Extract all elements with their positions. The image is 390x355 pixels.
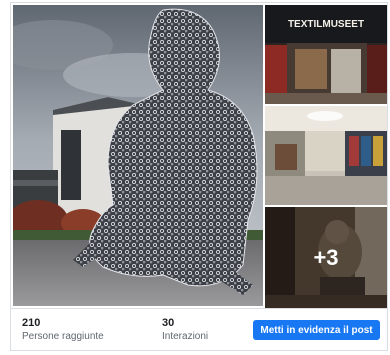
photo-grid: TEXTILMUSEET +3	[11, 3, 387, 308]
photo-sculpture-image	[13, 5, 263, 306]
boost-post-button[interactable]: Metti in evidenza il post	[253, 320, 380, 340]
interactions-stat[interactable]: 30 Interazioni	[162, 317, 208, 342]
reach-stat[interactable]: 210 Persone raggiunte	[22, 317, 104, 342]
reach-value: 210	[22, 317, 41, 329]
reach-label: Persone raggiunte	[22, 331, 104, 343]
post-stats-bar: 210 Persone raggiunte 30 Interazioni Met…	[11, 308, 387, 350]
post-card: TEXTILMUSEET +3 210 Persone raggiunte 30…	[10, 2, 388, 351]
photo-museum-interior[interactable]	[265, 106, 387, 205]
photo-more[interactable]: +3	[265, 207, 387, 308]
museum-sign: TEXTILMUSEET	[288, 19, 364, 30]
more-photos-overlay[interactable]: +3	[265, 207, 387, 308]
interactions-value: 30	[162, 317, 175, 329]
photo-sculpture[interactable]	[13, 5, 263, 306]
photo-museum-interior-image	[265, 106, 387, 205]
interactions-label: Interazioni	[162, 331, 209, 343]
photo-museum-entrance-image: TEXTILMUSEET	[265, 5, 387, 104]
photo-museum-entrance[interactable]: TEXTILMUSEET	[265, 5, 387, 104]
